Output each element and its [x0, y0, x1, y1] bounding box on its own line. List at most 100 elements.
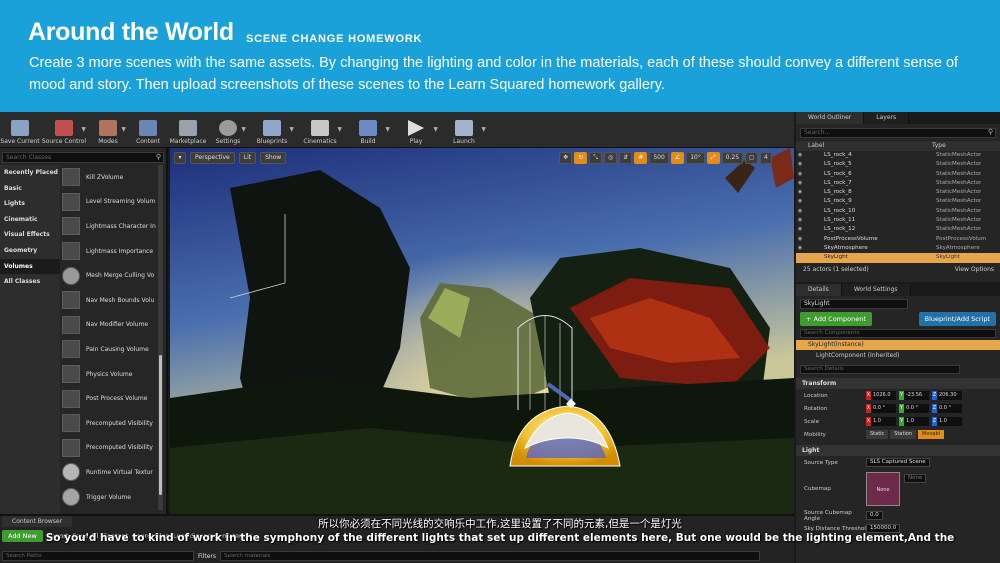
- category-geometry[interactable]: Geometry: [0, 243, 60, 259]
- list-item[interactable]: Level Streaming Volum: [62, 190, 158, 215]
- eye-icon[interactable]: ◉: [796, 151, 804, 160]
- surface-snap-icon[interactable]: ⇵: [619, 152, 633, 164]
- rotation-z-field[interactable]: Z 0.0 °: [932, 404, 962, 413]
- category-lights[interactable]: Lights: [0, 196, 60, 212]
- scale-value[interactable]: 0.25: [721, 152, 744, 164]
- table-row[interactable]: ◉ LS_rock_6 StaticMeshActor: [796, 170, 1000, 179]
- list-item[interactable]: Nav Mesh Bounds Volu: [62, 288, 158, 313]
- viewport-options-button[interactable]: ▾: [174, 152, 186, 164]
- component-instance-row[interactable]: SkyLight(Instance): [796, 340, 1000, 350]
- category-all-classes[interactable]: All Classes: [0, 274, 60, 290]
- list-item[interactable]: Nav Modifier Volume: [62, 313, 158, 338]
- level-viewport[interactable]: ▾ Perspective Lit Show ✥ ↻ ⤡ ◎ ⇵ # 500 ∠…: [170, 148, 794, 514]
- camera-speed-icon[interactable]: ◻: [745, 152, 758, 164]
- list-item[interactable]: Physics Volume: [62, 362, 158, 387]
- angle-snap-icon[interactable]: ∠: [670, 152, 685, 164]
- cubemap-thumbnail[interactable]: None: [866, 472, 900, 506]
- cubemap-dropdown[interactable]: None: [904, 473, 927, 483]
- location-y-field[interactable]: Y -23.56: [899, 391, 929, 400]
- light-component-row[interactable]: LightComponent (Inherited): [796, 350, 1000, 361]
- play-button[interactable]: Play ▼: [392, 112, 440, 148]
- rotate-icon[interactable]: ↻: [574, 152, 588, 164]
- search-paths-input[interactable]: Search Paths: [2, 551, 194, 561]
- eye-icon[interactable]: ◉: [796, 207, 804, 216]
- grid-snap-icon[interactable]: #: [634, 152, 648, 164]
- type-column-header[interactable]: Type: [932, 141, 946, 151]
- tab-details[interactable]: Details: [796, 284, 842, 296]
- list-item[interactable]: Kill ZVolume: [62, 165, 158, 190]
- show-button[interactable]: Show: [260, 152, 287, 164]
- table-row[interactable]: ◉ LS_rock_7 StaticMeshActor: [796, 179, 1000, 188]
- eye-icon[interactable]: ◉: [796, 160, 804, 169]
- list-item[interactable]: Mesh Merge Culling Vo: [62, 263, 158, 288]
- table-row[interactable]: ◉ LS_rock_8 StaticMeshActor: [796, 188, 1000, 197]
- content-button[interactable]: Content: [128, 112, 168, 148]
- eye-icon[interactable]: ◉: [796, 170, 804, 179]
- eye-icon[interactable]: ◉: [796, 216, 804, 225]
- cinematics-button[interactable]: Cinematics ▼: [296, 112, 344, 148]
- scale-icon[interactable]: ⤡: [589, 152, 603, 164]
- table-row[interactable]: ◉ LS_rock_4 StaticMeshActor: [796, 151, 1000, 160]
- filters-button[interactable]: Filters: [198, 553, 216, 560]
- eye-icon[interactable]: ◉: [796, 244, 804, 253]
- transform-section[interactable]: Transform: [796, 378, 1000, 389]
- scale-z-field[interactable]: Z 1.0: [932, 417, 962, 426]
- list-item[interactable]: Lightmass Importance: [62, 239, 158, 264]
- tab-world-outliner[interactable]: World Outliner: [796, 112, 865, 124]
- rotation-x-field[interactable]: X 0.0 °: [866, 404, 896, 413]
- camera-speed-value[interactable]: 4: [760, 152, 772, 164]
- table-row[interactable]: ◉ LS_rock_10 StaticMeshActor: [796, 207, 1000, 216]
- eye-icon[interactable]: ◉: [796, 235, 804, 244]
- scale-y-field[interactable]: Y 1.0: [899, 417, 929, 426]
- light-section[interactable]: Light: [796, 445, 1000, 456]
- translate-icon[interactable]: ✥: [559, 152, 573, 164]
- component-search-input[interactable]: Search Components: [800, 329, 996, 338]
- perspective-button[interactable]: Perspective: [190, 152, 235, 164]
- launch-button[interactable]: Launch ▼: [440, 112, 488, 148]
- eye-icon[interactable]: ◉: [796, 225, 804, 234]
- eye-icon[interactable]: ◉: [796, 253, 804, 262]
- scale-x-field[interactable]: X 1.0: [866, 417, 896, 426]
- list-item[interactable]: Pain Causing Volume: [62, 337, 158, 362]
- blueprints-button[interactable]: Blueprints ▼: [248, 112, 296, 148]
- list-item[interactable]: Precomputed Visibility: [62, 436, 158, 461]
- build-button[interactable]: Build ▼: [344, 112, 392, 148]
- source-type-dropdown[interactable]: SLS Captured Scene: [866, 458, 930, 467]
- list-item[interactable]: Trigger Volume: [62, 485, 158, 510]
- grid-value[interactable]: 500: [649, 152, 669, 164]
- marketplace-button[interactable]: Marketplace: [168, 112, 208, 148]
- category-cinematic[interactable]: Cinematic: [0, 212, 60, 228]
- location-z-field[interactable]: Z 206.30: [932, 391, 962, 400]
- eye-icon[interactable]: ◉: [796, 179, 804, 188]
- outliner-search-input[interactable]: Search... ⚲: [800, 128, 996, 138]
- scrollbar-thumb[interactable]: [159, 355, 162, 495]
- tab-world-settings[interactable]: World Settings: [841, 284, 911, 296]
- category-visual-effects[interactable]: Visual Effects: [0, 227, 60, 243]
- place-scrollbar[interactable]: [158, 165, 163, 510]
- eye-icon[interactable]: ◉: [796, 188, 804, 197]
- modes-button[interactable]: Modes ▼: [88, 112, 128, 148]
- category-basic[interactable]: Basic: [0, 181, 60, 197]
- details-search-input[interactable]: Search Details: [800, 365, 960, 374]
- add-component-button[interactable]: + Add Component: [800, 312, 872, 326]
- save-current-button[interactable]: Save Current: [0, 112, 40, 148]
- mobility-stationary-button[interactable]: Station: [890, 430, 917, 439]
- table-row[interactable]: ◉ LS_rock_11 StaticMeshActor: [796, 216, 1000, 225]
- class-search-input[interactable]: Search Classes ⚲: [2, 152, 164, 163]
- rotation-y-field[interactable]: Y 0.0 °: [899, 404, 929, 413]
- tab-layers[interactable]: Layers: [864, 112, 910, 124]
- list-item[interactable]: Runtime Virtual Textur: [62, 460, 158, 485]
- list-item[interactable]: Precomputed Visibility: [62, 411, 158, 436]
- world-icon[interactable]: ◎: [604, 152, 618, 164]
- blueprint-add-script-button[interactable]: Blueprint/Add Script: [918, 312, 996, 326]
- mobility-movable-button[interactable]: Movabl: [918, 430, 945, 439]
- category-recently-placed[interactable]: Recently Placed: [0, 165, 60, 181]
- search-materials-input[interactable]: Search materials: [220, 551, 760, 561]
- scale-snap-icon[interactable]: ⤢: [706, 152, 720, 164]
- lit-button[interactable]: Lit: [238, 152, 257, 164]
- actor-name-field[interactable]: SkyLight: [800, 299, 908, 309]
- mobility-static-button[interactable]: Static: [866, 430, 889, 439]
- list-item[interactable]: Post Process Volume: [62, 386, 158, 411]
- location-x-field[interactable]: X 1026.0: [866, 391, 896, 400]
- view-options-button[interactable]: View Options: [955, 266, 994, 273]
